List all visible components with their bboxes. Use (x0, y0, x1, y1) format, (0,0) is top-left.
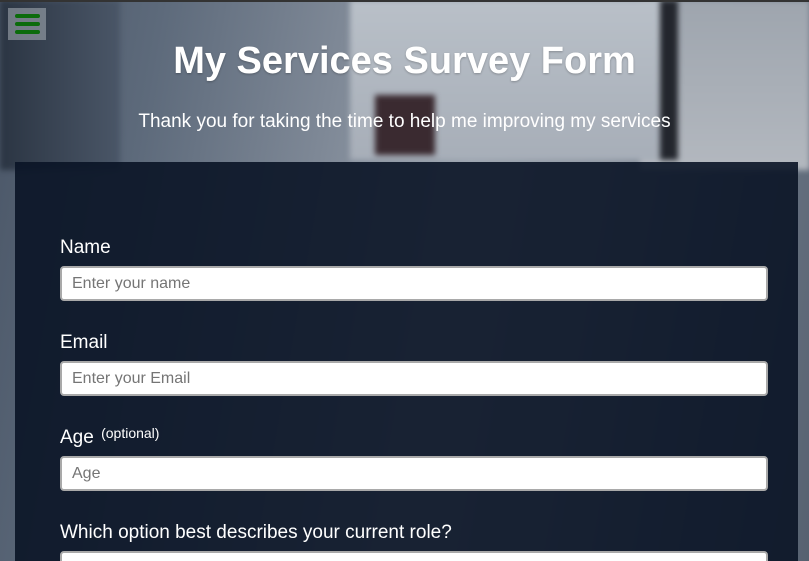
top-border (0, 0, 809, 2)
email-label-text: Email (60, 332, 108, 353)
hamburger-menu-icon-bar (15, 22, 40, 26)
role-label: Which option best describes your current… (60, 522, 769, 544)
role-dropdown[interactable] (60, 551, 768, 561)
name-field-group: Name (60, 237, 769, 301)
name-label: Name (60, 237, 769, 259)
page-title: My Services Survey Form (173, 40, 636, 82)
age-label: Age (optional) (60, 425, 769, 449)
email-input[interactable] (60, 361, 768, 396)
role-field-group: Which option best describes your current… (60, 522, 769, 561)
email-label: Email (60, 332, 769, 354)
hamburger-menu-button[interactable] (8, 8, 46, 40)
page-header: My Services Survey Form Thank you for ta… (0, 40, 809, 133)
survey-form: Name Email Age (optional) Which option b… (15, 162, 798, 561)
survey-page: My Services Survey Form Thank you for ta… (0, 0, 809, 561)
name-label-text: Name (60, 237, 111, 258)
hamburger-menu-icon-bar (15, 30, 40, 34)
age-optional-note: (optional) (101, 425, 160, 441)
email-field-group: Email (60, 332, 769, 396)
role-label-text: Which option best describes your current… (60, 522, 452, 543)
hamburger-menu-icon (15, 14, 40, 18)
age-input[interactable] (60, 456, 768, 491)
page-description: Thank you for taking the time to help me… (138, 111, 671, 132)
age-field-group: Age (optional) (60, 425, 769, 491)
name-input[interactable] (60, 266, 768, 301)
age-label-text: Age (60, 427, 94, 448)
